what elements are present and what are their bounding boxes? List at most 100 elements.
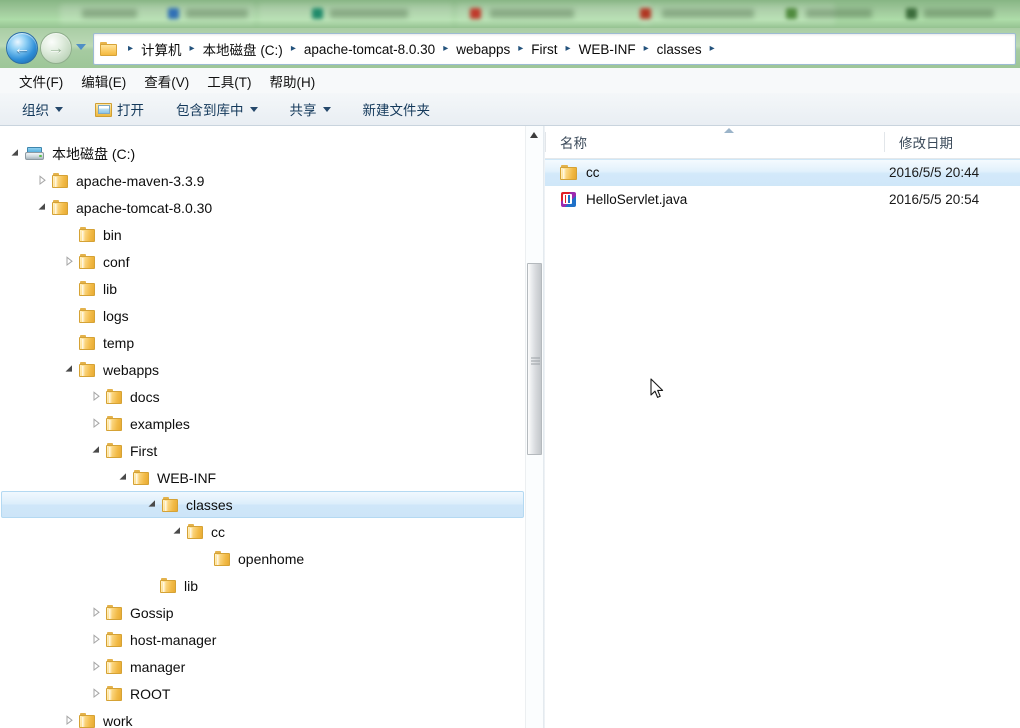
- expander-open-icon[interactable]: [9, 147, 23, 161]
- breadcrumb-separator[interactable]: ▸: [704, 44, 721, 54]
- tree-item-label: lib: [184, 577, 199, 594]
- folder-icon: [106, 686, 123, 701]
- toolbar-button-4[interactable]: 共享: [282, 97, 339, 121]
- toolbar-button-2[interactable]: 打开: [87, 97, 152, 121]
- expander-open-icon[interactable]: [146, 498, 160, 512]
- breadcrumb-item-1[interactable]: 计算机: [139, 39, 184, 59]
- tree-item-docs[interactable]: docs: [0, 383, 523, 410]
- tree-scrollbar[interactable]: [525, 126, 543, 728]
- expander-closed-icon[interactable]: [63, 255, 77, 269]
- tree-item-examples[interactable]: examples: [0, 410, 523, 437]
- breadcrumb-separator[interactable]: ▸: [285, 44, 302, 54]
- tree-item-label: examples: [130, 415, 190, 432]
- breadcrumb-item-5[interactable]: First: [529, 42, 559, 57]
- table-row[interactable]: cc 2016/5/5 20:44: [545, 159, 1020, 186]
- breadcrumb-separator[interactable]: ▸: [638, 44, 655, 54]
- folder-icon: [162, 497, 179, 512]
- tree-item-openhome[interactable]: openhome: [0, 545, 523, 572]
- breadcrumb-item-7[interactable]: classes: [655, 42, 704, 57]
- expander-closed-icon[interactable]: [90, 633, 104, 647]
- folder-icon: [160, 578, 177, 593]
- tree-item-manager[interactable]: manager: [0, 653, 523, 680]
- expander-closed-icon[interactable]: [90, 687, 104, 701]
- expander-closed-icon[interactable]: [63, 714, 77, 728]
- tree-item-work[interactable]: work: [0, 707, 523, 728]
- expander-open-icon[interactable]: [90, 444, 104, 458]
- tree-item--c-[interactable]: 本地磁盘 (C:): [0, 140, 523, 167]
- column-header-2[interactable]: 修改日期: [884, 126, 1020, 158]
- expander-open-icon[interactable]: [36, 201, 50, 215]
- menu-item-1[interactable]: 文件(F): [10, 69, 72, 93]
- tree-item-label: lib: [103, 280, 118, 297]
- tree-item-lib[interactable]: lib: [0, 572, 523, 599]
- tree-item-root[interactable]: ROOT: [0, 680, 523, 707]
- tree-item-label: apache-tomcat-8.0.30: [76, 199, 213, 216]
- breadcrumb-separator[interactable]: ▸: [512, 44, 529, 54]
- folder-icon: [214, 551, 231, 566]
- breadcrumb-item-6[interactable]: WEB-INF: [577, 42, 638, 57]
- expander-open-icon[interactable]: [117, 471, 131, 485]
- file-name-cell: cc: [545, 164, 884, 181]
- expander-open-icon[interactable]: [171, 525, 185, 539]
- tree-item-label: openhome: [238, 550, 305, 567]
- tree-item-apache-maven-3-3-9[interactable]: apache-maven-3.3.9: [0, 167, 523, 194]
- file-date-cell: 2016/5/5 20:54: [889, 192, 980, 207]
- menu-item-3[interactable]: 查看(V): [135, 69, 198, 93]
- expander-closed-icon[interactable]: [90, 660, 104, 674]
- tree-item-classes[interactable]: classes: [1, 491, 524, 518]
- expander-closed-icon[interactable]: [90, 417, 104, 431]
- scroll-up-arrow-icon[interactable]: [526, 126, 543, 143]
- address-bar: ← → ▸ 计算机 ▸ 本地磁盘 (C:) ▸ apache-tomcat-8.0.30 ▸…: [0, 28, 1020, 68]
- tree-item-lib[interactable]: lib: [0, 275, 523, 302]
- breadcrumb-separator[interactable]: ▸: [184, 44, 201, 54]
- tree-item-conf[interactable]: conf: [0, 248, 523, 275]
- folder-icon: [79, 281, 96, 296]
- toolbar-button-5[interactable]: 新建文件夹: [355, 97, 439, 121]
- toolbar-button-1[interactable]: 组织: [14, 97, 71, 121]
- breadcrumb-item-2[interactable]: 本地磁盘 (C:): [201, 39, 285, 59]
- expander-closed-icon[interactable]: [90, 390, 104, 404]
- folder-icon: [79, 227, 96, 242]
- menu-item-2[interactable]: 编辑(E): [72, 69, 135, 93]
- file-name-label: HelloServlet.java: [586, 192, 688, 207]
- breadcrumb-separator[interactable]: ▸: [560, 44, 577, 54]
- breadcrumb-item-4[interactable]: webapps: [454, 42, 512, 57]
- toolbar-button-3[interactable]: 包含到库中: [168, 97, 266, 121]
- breadcrumb-separator[interactable]: ▸: [437, 44, 454, 54]
- tree-item-host-manager[interactable]: host-manager: [0, 626, 523, 653]
- column-header-1[interactable]: 名称: [545, 126, 884, 158]
- forward-button[interactable]: →: [40, 32, 72, 64]
- menu-item-5[interactable]: 帮助(H): [261, 69, 325, 93]
- tree-item-label: First: [130, 442, 158, 459]
- column-divider[interactable]: [884, 132, 885, 152]
- tree-item-gossip[interactable]: Gossip: [0, 599, 523, 626]
- breadcrumb[interactable]: ▸ 计算机 ▸ 本地磁盘 (C:) ▸ apache-tomcat-8.0.30 ▸ weba…: [93, 33, 1016, 65]
- tree-item-webapps[interactable]: webapps: [0, 356, 523, 383]
- column-header-row: 名称 修改日期: [545, 126, 1020, 159]
- breadcrumb-item-3[interactable]: apache-tomcat-8.0.30: [302, 42, 437, 57]
- tree-item-bin[interactable]: bin: [0, 221, 523, 248]
- back-button[interactable]: ←: [6, 32, 38, 64]
- tree-item-cc[interactable]: cc: [0, 518, 523, 545]
- tree-item-temp[interactable]: temp: [0, 329, 523, 356]
- menu-item-4[interactable]: 工具(T): [198, 69, 260, 93]
- folder-icon: [106, 416, 123, 431]
- recent-locations-dropdown-icon[interactable]: [76, 44, 86, 50]
- tree-item-label: ROOT: [130, 685, 171, 702]
- open-folder-icon: [95, 102, 112, 117]
- expander-closed-icon[interactable]: [90, 606, 104, 620]
- table-row[interactable]: HelloServlet.java 2016/5/5 20:54: [545, 186, 1020, 213]
- tree-item-first[interactable]: First: [0, 437, 523, 464]
- tree-item-logs[interactable]: logs: [0, 302, 523, 329]
- tree-item-web-inf[interactable]: WEB-INF: [0, 464, 523, 491]
- expander-closed-icon[interactable]: [36, 174, 50, 188]
- tree-item-apache-tomcat-8-0-30[interactable]: apache-tomcat-8.0.30: [0, 194, 523, 221]
- expander-open-icon[interactable]: [63, 363, 77, 377]
- navigation-pane: 本地磁盘 (C:) apache-maven-3.3.9 apache-tomcat…: [0, 126, 543, 728]
- file-rows: cc 2016/5/5 20:44 HelloServlet.java 2016/5/…: [545, 159, 1020, 728]
- tree-item-label: bin: [103, 226, 122, 243]
- file-name-cell: HelloServlet.java: [545, 191, 884, 208]
- scrollbar-thumb[interactable]: [527, 263, 542, 455]
